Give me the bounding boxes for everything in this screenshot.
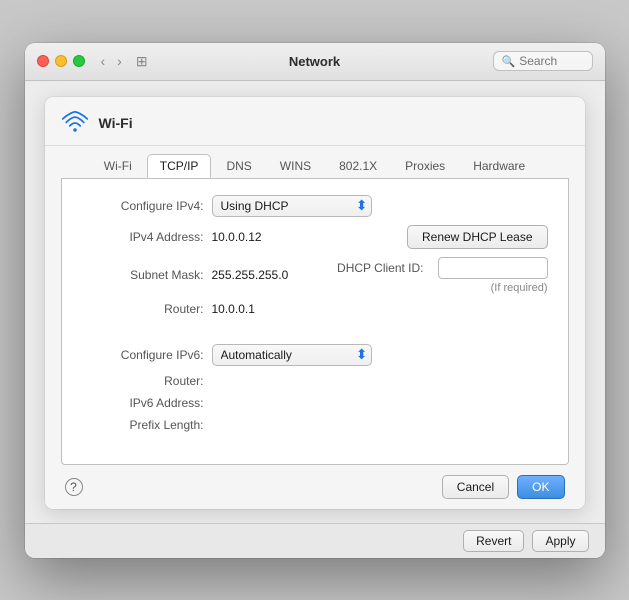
modal-dialog: Wi-Fi Wi-Fi TCP/IP DNS WINS 802.1X Proxi… [45, 97, 585, 509]
forward-button[interactable]: › [113, 51, 126, 71]
subnet-row: Subnet Mask: 255.255.255.0 DHCP Client I… [82, 257, 548, 294]
modal-footer: ? Cancel OK [45, 465, 585, 509]
nav-buttons: ‹ › [97, 51, 126, 71]
subnet-label: Subnet Mask: [82, 268, 212, 282]
grid-icon: ⊞ [136, 53, 148, 70]
tab-content-tcpip: Configure IPv4: Using DHCP Manually Off … [61, 178, 569, 465]
subnet-value: 255.255.255.0 [212, 268, 289, 282]
modal-header: Wi-Fi [45, 97, 585, 146]
ipv6-address-row: IPv6 Address: [82, 396, 548, 410]
ipv4-address-value: 10.0.0.12 [212, 230, 262, 244]
traffic-lights [37, 55, 85, 67]
apply-button[interactable]: Apply [532, 530, 588, 552]
maximize-button[interactable] [73, 55, 85, 67]
revert-button[interactable]: Revert [463, 530, 524, 552]
tab-wins[interactable]: WINS [267, 154, 324, 178]
tab-proxies[interactable]: Proxies [392, 154, 458, 178]
ipv4-address-row: IPv4 Address: 10.0.0.12 Renew DHCP Lease [82, 225, 548, 249]
search-input[interactable] [519, 54, 589, 68]
wifi-icon [61, 109, 89, 137]
os-bottom-bar: Revert Apply [25, 523, 605, 558]
configure-ipv4-label: Configure IPv4: [82, 199, 212, 213]
renew-dhcp-button[interactable]: Renew DHCP Lease [407, 225, 548, 249]
configure-ipv6-select[interactable]: Automatically Manually Off [212, 344, 372, 366]
ok-button[interactable]: OK [517, 475, 564, 499]
tab-wifi[interactable]: Wi-Fi [91, 154, 145, 178]
title-bar: ‹ › ⊞ Network 🔍 [25, 43, 605, 81]
minimize-button[interactable] [55, 55, 67, 67]
configure-ipv6-row: Configure IPv6: Automatically Manually O… [82, 344, 548, 366]
ipv4-router-value: 10.0.0.1 [212, 302, 255, 316]
ipv4-router-label: Router: [82, 302, 212, 316]
cancel-button[interactable]: Cancel [442, 475, 509, 499]
configure-ipv4-select[interactable]: Using DHCP Manually Off [212, 195, 372, 217]
back-button[interactable]: ‹ [97, 51, 110, 71]
close-button[interactable] [37, 55, 49, 67]
if-required-text: (If required) [489, 282, 548, 294]
ipv6-router-label: Router: [82, 374, 212, 388]
prefix-length-row: Prefix Length: [82, 418, 548, 432]
search-box[interactable]: 🔍 [493, 51, 593, 71]
tab-tcpip[interactable]: TCP/IP [147, 154, 212, 178]
ipv4-address-label: IPv4 Address: [82, 230, 212, 244]
modal-wifi-title: Wi-Fi [99, 115, 133, 131]
configure-ipv4-row: Configure IPv4: Using DHCP Manually Off … [82, 195, 548, 217]
tab-hardware[interactable]: Hardware [460, 154, 538, 178]
ipv6-address-label: IPv6 Address: [82, 396, 212, 410]
configure-ipv6-select-wrapper: Automatically Manually Off ⬍ [212, 344, 372, 366]
search-icon: 🔍 [502, 55, 516, 68]
ipv4-router-row: Router: 10.0.0.1 [82, 302, 548, 316]
tab-dns[interactable]: DNS [213, 154, 264, 178]
tab-bar: Wi-Fi TCP/IP DNS WINS 802.1X Proxies Har… [45, 146, 585, 178]
ipv6-section: Configure IPv6: Automatically Manually O… [82, 344, 548, 432]
ipv6-router-row: Router: [82, 374, 548, 388]
help-button[interactable]: ? [65, 478, 83, 496]
dialog-area: Wi-Fi Wi-Fi TCP/IP DNS WINS 802.1X Proxi… [25, 81, 605, 523]
dhcp-client-id-input[interactable] [438, 257, 548, 279]
configure-ipv4-select-wrapper: Using DHCP Manually Off ⬍ [212, 195, 372, 217]
dhcp-client-id-label: DHCP Client ID: [337, 261, 431, 275]
tab-8021x[interactable]: 802.1X [326, 154, 390, 178]
os-window: ‹ › ⊞ Network 🔍 Wi-Fi Wi-Fi [25, 43, 605, 558]
prefix-length-label: Prefix Length: [82, 418, 212, 432]
footer-actions: Cancel OK [442, 475, 565, 499]
ipv4-section: Configure IPv4: Using DHCP Manually Off … [82, 195, 548, 316]
configure-ipv6-label: Configure IPv6: [82, 348, 212, 362]
window-title: Network [289, 54, 340, 69]
